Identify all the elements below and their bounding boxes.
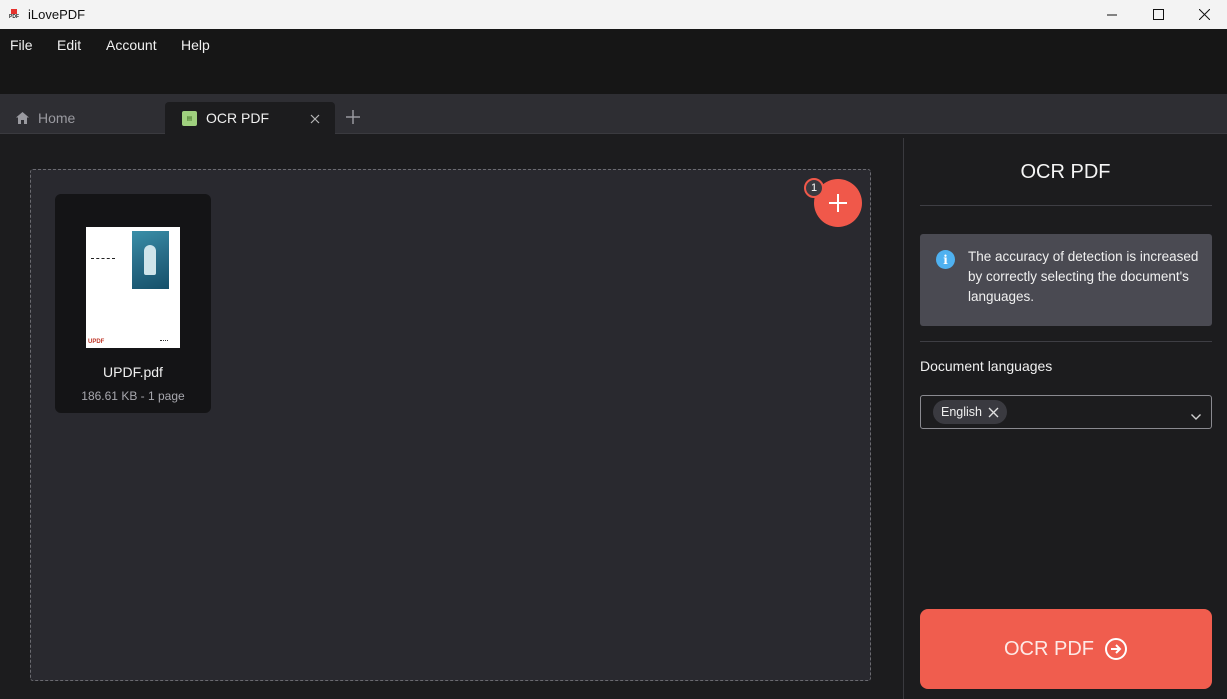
plus-icon <box>829 194 847 212</box>
close-window-button[interactable] <box>1181 0 1227 29</box>
file-drop-zone[interactable]: UPDF UPDF.pdf 186.61 KB - 1 page 1 <box>30 169 871 681</box>
home-icon <box>16 112 29 124</box>
file-meta: 186.61 KB - 1 page <box>81 389 185 403</box>
file-count-badge: 1 <box>804 178 824 198</box>
panel-title: OCR PDF <box>1020 161 1111 183</box>
language-select[interactable]: English <box>920 395 1212 429</box>
info-text: The accuracy of detection is increased b… <box>968 249 1199 304</box>
maximize-icon <box>1152 9 1164 20</box>
ocr-tool-icon: ▤ <box>182 110 197 126</box>
tab-home-label: Home <box>38 110 76 126</box>
window-title: iLovePDF <box>28 7 86 22</box>
plus-icon <box>346 110 360 124</box>
menu-account[interactable]: Account <box>106 37 157 53</box>
new-tab-button[interactable] <box>344 108 362 126</box>
minimize-button[interactable] <box>1089 0 1135 29</box>
info-box: i The accuracy of detection is increased… <box>920 234 1212 326</box>
info-icon: i <box>936 250 955 269</box>
divider <box>920 341 1212 342</box>
remove-language-icon[interactable] <box>988 407 999 418</box>
close-icon <box>1198 9 1210 20</box>
ocr-pdf-button[interactable]: OCR PDF <box>920 609 1212 689</box>
file-name: UPDF.pdf <box>103 364 163 380</box>
ocr-pdf-button-label: OCR PDF <box>1004 637 1094 660</box>
tab-home[interactable]: Home <box>0 102 164 134</box>
file-card[interactable]: UPDF UPDF.pdf 186.61 KB - 1 page <box>55 194 211 413</box>
close-icon <box>310 114 320 124</box>
menu-file[interactable]: File <box>10 37 33 53</box>
tab-bar: Home ▤ OCR PDF <box>0 94 1227 134</box>
menu-edit[interactable]: Edit <box>57 37 81 53</box>
divider <box>920 205 1212 206</box>
language-chip-label: English <box>941 405 982 419</box>
minimize-icon <box>1107 14 1117 15</box>
file-thumbnail: UPDF <box>86 227 180 348</box>
menu-help[interactable]: Help <box>181 37 210 53</box>
menu-bar: File Edit Account Help <box>0 29 1227 94</box>
chevron-down-icon[interactable] <box>1191 407 1201 425</box>
app-logo-icon: PDF <box>8 8 20 22</box>
maximize-button[interactable] <box>1135 0 1181 29</box>
tab-ocr-label: OCR PDF <box>206 110 269 126</box>
options-panel: OCR PDF i The accuracy of detection is i… <box>904 135 1227 699</box>
tab-close-button[interactable] <box>309 112 321 124</box>
languages-label: Document languages <box>920 358 1053 374</box>
title-bar: PDF iLovePDF <box>0 0 1227 29</box>
language-chip: English <box>933 400 1007 424</box>
workspace: UPDF UPDF.pdf 186.61 KB - 1 page 1 <box>0 135 903 699</box>
tab-ocr-pdf[interactable]: ▤ OCR PDF <box>165 102 335 134</box>
arrow-right-circle-icon <box>1104 637 1128 661</box>
